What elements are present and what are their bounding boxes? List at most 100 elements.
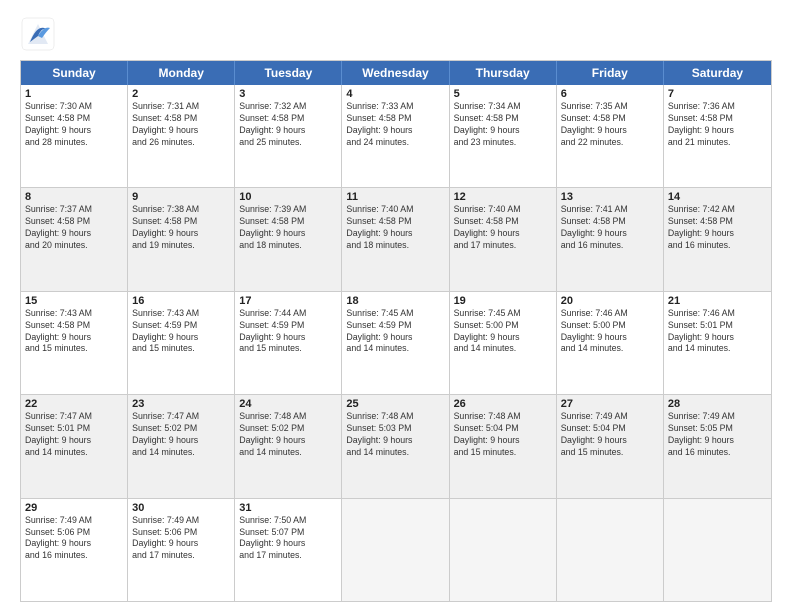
cal-cell-2-4: 19Sunrise: 7:45 AM Sunset: 5:00 PM Dayli… — [450, 292, 557, 394]
day-number: 16 — [132, 295, 230, 307]
cal-cell-3-0: 22Sunrise: 7:47 AM Sunset: 5:01 PM Dayli… — [21, 395, 128, 497]
cal-cell-4-4 — [450, 499, 557, 601]
day-number: 13 — [561, 191, 659, 203]
logo-icon — [20, 16, 56, 52]
day-info: Sunrise: 7:42 AM Sunset: 4:58 PM Dayligh… — [668, 204, 767, 252]
day-info: Sunrise: 7:35 AM Sunset: 4:58 PM Dayligh… — [561, 101, 659, 149]
cal-cell-3-2: 24Sunrise: 7:48 AM Sunset: 5:02 PM Dayli… — [235, 395, 342, 497]
header — [20, 16, 772, 52]
day-info: Sunrise: 7:40 AM Sunset: 4:58 PM Dayligh… — [454, 204, 552, 252]
cal-cell-2-3: 18Sunrise: 7:45 AM Sunset: 4:59 PM Dayli… — [342, 292, 449, 394]
day-info: Sunrise: 7:34 AM Sunset: 4:58 PM Dayligh… — [454, 101, 552, 149]
day-info: Sunrise: 7:38 AM Sunset: 4:58 PM Dayligh… — [132, 204, 230, 252]
cal-cell-4-1: 30Sunrise: 7:49 AM Sunset: 5:06 PM Dayli… — [128, 499, 235, 601]
day-number: 20 — [561, 295, 659, 307]
day-number: 30 — [132, 502, 230, 514]
day-number: 26 — [454, 398, 552, 410]
logo — [20, 16, 60, 52]
day-number: 19 — [454, 295, 552, 307]
day-info: Sunrise: 7:46 AM Sunset: 5:00 PM Dayligh… — [561, 308, 659, 356]
header-day-monday: Monday — [128, 61, 235, 85]
day-info: Sunrise: 7:31 AM Sunset: 4:58 PM Dayligh… — [132, 101, 230, 149]
day-info: Sunrise: 7:45 AM Sunset: 5:00 PM Dayligh… — [454, 308, 552, 356]
day-number: 1 — [25, 88, 123, 100]
cal-cell-2-6: 21Sunrise: 7:46 AM Sunset: 5:01 PM Dayli… — [664, 292, 771, 394]
day-number: 29 — [25, 502, 123, 514]
day-number: 6 — [561, 88, 659, 100]
day-number: 3 — [239, 88, 337, 100]
header-day-tuesday: Tuesday — [235, 61, 342, 85]
day-number: 9 — [132, 191, 230, 203]
header-day-sunday: Sunday — [21, 61, 128, 85]
day-number: 25 — [346, 398, 444, 410]
day-number: 7 — [668, 88, 767, 100]
cal-cell-0-3: 4Sunrise: 7:33 AM Sunset: 4:58 PM Daylig… — [342, 85, 449, 187]
day-info: Sunrise: 7:43 AM Sunset: 4:58 PM Dayligh… — [25, 308, 123, 356]
calendar-body: 1Sunrise: 7:30 AM Sunset: 4:58 PM Daylig… — [21, 85, 771, 601]
day-info: Sunrise: 7:48 AM Sunset: 5:03 PM Dayligh… — [346, 411, 444, 459]
calendar: SundayMondayTuesdayWednesdayThursdayFrid… — [20, 60, 772, 602]
cal-cell-4-6 — [664, 499, 771, 601]
cal-cell-1-6: 14Sunrise: 7:42 AM Sunset: 4:58 PM Dayli… — [664, 188, 771, 290]
day-info: Sunrise: 7:49 AM Sunset: 5:05 PM Dayligh… — [668, 411, 767, 459]
day-number: 15 — [25, 295, 123, 307]
cal-cell-3-1: 23Sunrise: 7:47 AM Sunset: 5:02 PM Dayli… — [128, 395, 235, 497]
cal-cell-0-5: 6Sunrise: 7:35 AM Sunset: 4:58 PM Daylig… — [557, 85, 664, 187]
day-info: Sunrise: 7:40 AM Sunset: 4:58 PM Dayligh… — [346, 204, 444, 252]
day-number: 31 — [239, 502, 337, 514]
day-info: Sunrise: 7:49 AM Sunset: 5:06 PM Dayligh… — [132, 515, 230, 563]
calendar-row-1: 8Sunrise: 7:37 AM Sunset: 4:58 PM Daylig… — [21, 187, 771, 290]
day-info: Sunrise: 7:39 AM Sunset: 4:58 PM Dayligh… — [239, 204, 337, 252]
day-number: 12 — [454, 191, 552, 203]
cal-cell-3-3: 25Sunrise: 7:48 AM Sunset: 5:03 PM Dayli… — [342, 395, 449, 497]
day-number: 4 — [346, 88, 444, 100]
day-number: 14 — [668, 191, 767, 203]
day-info: Sunrise: 7:47 AM Sunset: 5:02 PM Dayligh… — [132, 411, 230, 459]
cal-cell-1-1: 9Sunrise: 7:38 AM Sunset: 4:58 PM Daylig… — [128, 188, 235, 290]
day-number: 17 — [239, 295, 337, 307]
day-number: 21 — [668, 295, 767, 307]
day-number: 24 — [239, 398, 337, 410]
day-info: Sunrise: 7:50 AM Sunset: 5:07 PM Dayligh… — [239, 515, 337, 563]
calendar-row-4: 29Sunrise: 7:49 AM Sunset: 5:06 PM Dayli… — [21, 498, 771, 601]
cal-cell-2-0: 15Sunrise: 7:43 AM Sunset: 4:58 PM Dayli… — [21, 292, 128, 394]
calendar-row-3: 22Sunrise: 7:47 AM Sunset: 5:01 PM Dayli… — [21, 394, 771, 497]
cal-cell-2-2: 17Sunrise: 7:44 AM Sunset: 4:59 PM Dayli… — [235, 292, 342, 394]
cal-cell-3-5: 27Sunrise: 7:49 AM Sunset: 5:04 PM Dayli… — [557, 395, 664, 497]
cal-cell-4-5 — [557, 499, 664, 601]
cal-cell-3-6: 28Sunrise: 7:49 AM Sunset: 5:05 PM Dayli… — [664, 395, 771, 497]
header-day-thursday: Thursday — [450, 61, 557, 85]
day-number: 23 — [132, 398, 230, 410]
day-info: Sunrise: 7:41 AM Sunset: 4:58 PM Dayligh… — [561, 204, 659, 252]
day-number: 28 — [668, 398, 767, 410]
calendar-row-2: 15Sunrise: 7:43 AM Sunset: 4:58 PM Dayli… — [21, 291, 771, 394]
day-number: 10 — [239, 191, 337, 203]
day-info: Sunrise: 7:49 AM Sunset: 5:06 PM Dayligh… — [25, 515, 123, 563]
day-info: Sunrise: 7:45 AM Sunset: 4:59 PM Dayligh… — [346, 308, 444, 356]
day-info: Sunrise: 7:47 AM Sunset: 5:01 PM Dayligh… — [25, 411, 123, 459]
cal-cell-4-2: 31Sunrise: 7:50 AM Sunset: 5:07 PM Dayli… — [235, 499, 342, 601]
day-info: Sunrise: 7:44 AM Sunset: 4:59 PM Dayligh… — [239, 308, 337, 356]
cal-cell-0-4: 5Sunrise: 7:34 AM Sunset: 4:58 PM Daylig… — [450, 85, 557, 187]
cal-cell-1-4: 12Sunrise: 7:40 AM Sunset: 4:58 PM Dayli… — [450, 188, 557, 290]
day-info: Sunrise: 7:46 AM Sunset: 5:01 PM Dayligh… — [668, 308, 767, 356]
day-info: Sunrise: 7:43 AM Sunset: 4:59 PM Dayligh… — [132, 308, 230, 356]
day-info: Sunrise: 7:36 AM Sunset: 4:58 PM Dayligh… — [668, 101, 767, 149]
cal-cell-3-4: 26Sunrise: 7:48 AM Sunset: 5:04 PM Dayli… — [450, 395, 557, 497]
cal-cell-0-2: 3Sunrise: 7:32 AM Sunset: 4:58 PM Daylig… — [235, 85, 342, 187]
cal-cell-2-1: 16Sunrise: 7:43 AM Sunset: 4:59 PM Dayli… — [128, 292, 235, 394]
day-info: Sunrise: 7:48 AM Sunset: 5:02 PM Dayligh… — [239, 411, 337, 459]
day-number: 8 — [25, 191, 123, 203]
cal-cell-4-0: 29Sunrise: 7:49 AM Sunset: 5:06 PM Dayli… — [21, 499, 128, 601]
day-number: 18 — [346, 295, 444, 307]
day-info: Sunrise: 7:30 AM Sunset: 4:58 PM Dayligh… — [25, 101, 123, 149]
day-info: Sunrise: 7:37 AM Sunset: 4:58 PM Dayligh… — [25, 204, 123, 252]
day-number: 27 — [561, 398, 659, 410]
calendar-row-0: 1Sunrise: 7:30 AM Sunset: 4:58 PM Daylig… — [21, 85, 771, 187]
cal-cell-1-5: 13Sunrise: 7:41 AM Sunset: 4:58 PM Dayli… — [557, 188, 664, 290]
calendar-header: SundayMondayTuesdayWednesdayThursdayFrid… — [21, 61, 771, 85]
day-number: 2 — [132, 88, 230, 100]
cal-cell-1-0: 8Sunrise: 7:37 AM Sunset: 4:58 PM Daylig… — [21, 188, 128, 290]
day-number: 11 — [346, 191, 444, 203]
cal-cell-1-2: 10Sunrise: 7:39 AM Sunset: 4:58 PM Dayli… — [235, 188, 342, 290]
